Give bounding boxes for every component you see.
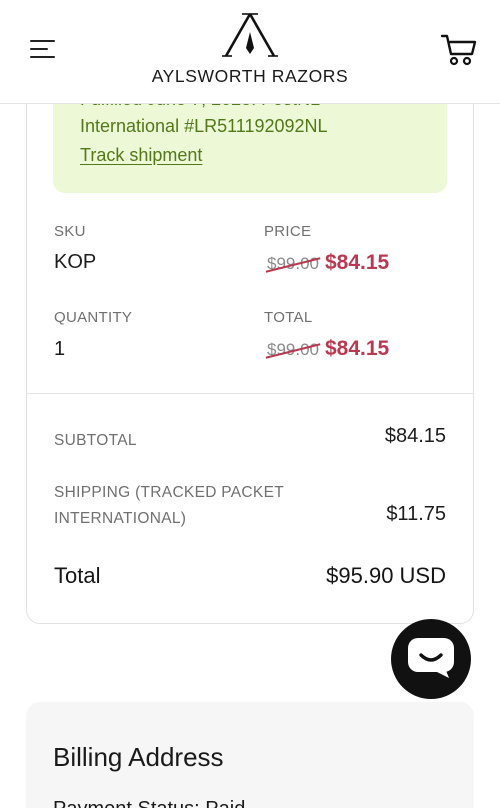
track-shipment-link[interactable]: Track shipment — [80, 145, 202, 166]
price-label: PRICE — [264, 223, 312, 240]
line-total-label: TOTAL — [264, 309, 313, 326]
sale-total: $84.15 — [325, 337, 390, 360]
sale-price: $84.15 — [325, 251, 390, 274]
summary-divider — [27, 393, 473, 394]
sku-value: KOP — [54, 251, 97, 273]
billing-address-section: Billing Address Payment Status: Paid — [26, 702, 474, 808]
shipping-label-line1: SHIPPING (TRACKED PACKET — [54, 484, 284, 501]
subtotal-label: SUBTOTAL — [54, 432, 137, 449]
fulfillment-tracking-line: International #LR511192092NL — [80, 116, 328, 136]
price-value: $99.00 $84.15 — [267, 251, 389, 275]
quantity-label: QUANTITY — [54, 309, 133, 326]
brand-name: AYLSWORTH RAZORS — [151, 66, 349, 86]
hamburger-menu-icon[interactable] — [28, 36, 58, 64]
brand-logo[interactable]: AYLSWORTH RAZORS — [140, 10, 360, 90]
razor-logo-icon — [222, 13, 278, 57]
quantity-value: 1 — [54, 338, 66, 360]
shopping-cart-icon[interactable] — [438, 30, 478, 70]
shipping-value: $11.75 — [386, 503, 446, 525]
order-details-card: Fulfilled June 7, 2023: PostNL Internati… — [26, 60, 474, 624]
subtotal-value: $84.15 — [384, 425, 446, 447]
chat-bubble-icon[interactable] — [391, 619, 471, 699]
payment-status-line: Payment Status: Paid — [53, 798, 245, 808]
sku-label: SKU — [54, 223, 86, 240]
order-total-value: $95.90 USD — [326, 563, 446, 588]
original-price: $99.00 — [267, 254, 319, 273]
site-header: AYLSWORTH RAZORS — [0, 0, 500, 104]
shipping-label-line2: INTERNATIONAL) — [54, 510, 187, 527]
billing-address-heading: Billing Address — [53, 742, 224, 772]
original-total: $99.00 — [267, 340, 319, 359]
line-total-value: $99.00 $84.15 — [267, 337, 389, 361]
order-total-label: Total — [54, 563, 101, 588]
